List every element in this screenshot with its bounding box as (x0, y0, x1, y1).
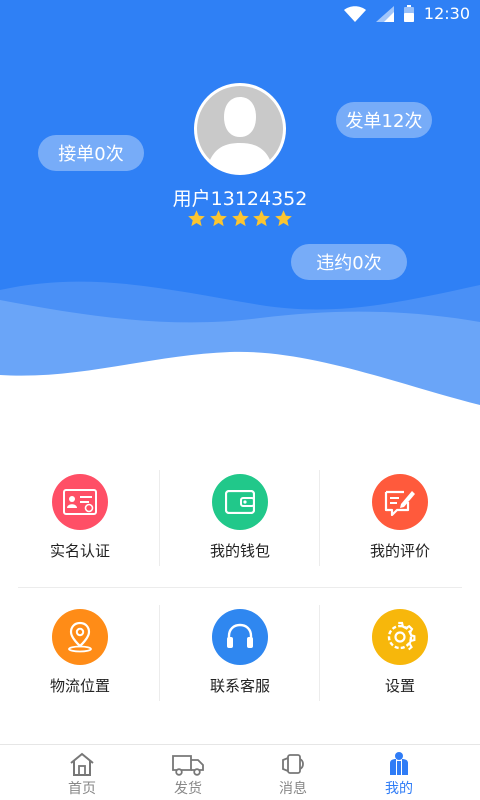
signal-icon (375, 5, 394, 22)
truck-icon (172, 755, 204, 776)
wallet-icon (212, 474, 268, 530)
menu-row: 物流位置 联系客服 设置 (0, 605, 480, 705)
tab-label: 我的 (385, 781, 413, 797)
tab-label: 消息 (279, 781, 307, 797)
menu-item-label: 我的钱包 (209, 542, 270, 560)
tab-mine[interactable]: 我的 (349, 745, 449, 800)
star-icon (209, 210, 227, 227)
review-edit-icon (372, 474, 428, 530)
divider (18, 587, 462, 588)
menu-item-customer-service[interactable]: 联系客服 (160, 605, 320, 705)
message-icon (282, 754, 304, 774)
status-time: 12:30 (423, 4, 470, 23)
wifi-icon (343, 5, 366, 22)
tab-messages[interactable]: 消息 (243, 745, 343, 800)
headset-icon (212, 609, 268, 665)
id-card-icon (52, 474, 108, 530)
status-bar: 12:30 (0, 0, 480, 28)
user-silhouette-icon (197, 86, 283, 173)
accept-count-badge[interactable]: 接单0次 (38, 135, 144, 171)
star-icon (253, 210, 271, 227)
gear-icon (372, 609, 428, 665)
menu-item-label: 物流位置 (49, 677, 110, 695)
home-icon (70, 752, 94, 776)
tab-label: 首页 (68, 781, 96, 797)
profile-header: 12:30 接单0次 发单12次 违约0次 用户13124352 (0, 0, 480, 420)
menu-item-reviews[interactable]: 我的评价 (320, 470, 480, 570)
menu-row: 实名认证 我的钱包 我的评价 (0, 470, 480, 570)
menu-grid: 实名认证 我的钱包 我的评价 物流位置 联系客服 设置 (0, 470, 480, 701)
menu-item-label: 实名认证 (49, 542, 110, 560)
menu-item-logistics-location[interactable]: 物流位置 (0, 605, 160, 705)
battery-icon (403, 5, 414, 22)
sent-count-badge[interactable]: 发单12次 (336, 102, 432, 138)
star-icon (231, 210, 249, 227)
menu-item-label: 我的评价 (369, 542, 430, 560)
menu-item-wallet[interactable]: 我的钱包 (160, 470, 320, 570)
star-icon (188, 210, 205, 227)
menu-item-label: 联系客服 (209, 677, 270, 695)
menu-item-settings[interactable]: 设置 (320, 605, 480, 705)
menu-item-verify[interactable]: 实名认证 (0, 470, 160, 570)
tab-ship[interactable]: 发货 (138, 745, 238, 800)
tab-home[interactable]: 首页 (32, 745, 132, 800)
location-pin-icon (52, 609, 108, 665)
username: 用户13124352 (172, 188, 308, 210)
rating-stars (187, 209, 293, 229)
violation-count-badge[interactable]: 违约0次 (291, 244, 407, 280)
menu-item-label: 设置 (384, 677, 415, 695)
avatar[interactable] (194, 83, 286, 175)
tab-label: 发货 (174, 781, 202, 797)
profile-icon (390, 752, 408, 775)
star-icon (275, 210, 292, 227)
bottom-tab-bar: 首页 发货 消息 我的 (0, 744, 480, 800)
